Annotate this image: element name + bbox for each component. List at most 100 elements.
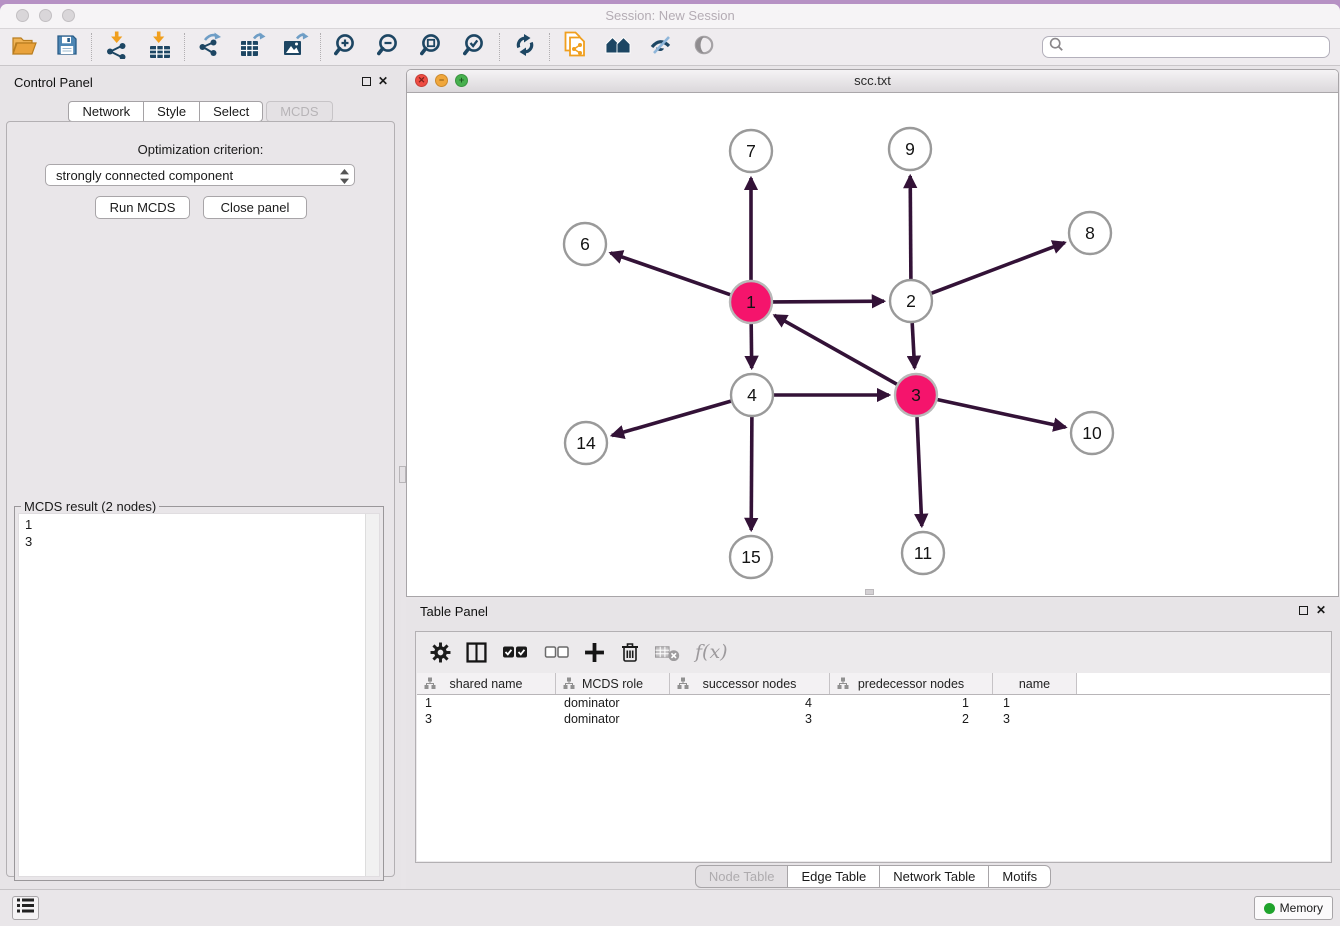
close-table-panel-icon[interactable]: ✕ (1316, 603, 1326, 617)
deselect-all-button[interactable] (544, 644, 569, 660)
tab-network-table[interactable]: Network Table (880, 865, 989, 888)
close-panel-button[interactable]: Close panel (203, 196, 307, 219)
import-network-button[interactable] (95, 31, 138, 64)
table-cell: 4 (670, 696, 830, 710)
edge-1-2[interactable] (773, 301, 884, 302)
node-6[interactable]: 6 (564, 223, 606, 265)
tab-select[interactable]: Select (200, 101, 263, 122)
export-table-button[interactable] (231, 31, 274, 64)
show-all-button[interactable] (682, 31, 725, 64)
column-header-predecessor-nodes[interactable]: predecessor nodes (830, 673, 993, 694)
edge-4-15[interactable] (751, 417, 752, 530)
node-3[interactable]: 3 (895, 374, 937, 416)
table-row[interactable]: 3dominator323 (417, 711, 1330, 727)
duplicate-network-icon (563, 31, 587, 63)
open-file-button[interactable] (2, 31, 45, 64)
edge-2-9[interactable] (910, 176, 911, 279)
tab-style[interactable]: Style (144, 101, 200, 122)
node-4[interactable]: 4 (731, 374, 773, 416)
tab-node-table[interactable]: Node Table (695, 865, 789, 888)
result-scrollbar[interactable] (365, 514, 379, 876)
column-layout-button[interactable] (466, 642, 487, 663)
table-body: 1dominator4113dominator323 (417, 695, 1330, 727)
edge-3-1[interactable] (775, 315, 897, 384)
export-network-button[interactable] (188, 31, 231, 64)
network-window-titlebar[interactable]: ✕ − + scc.txt (407, 70, 1338, 93)
main-toolbar (0, 29, 1340, 66)
delete-column-button[interactable] (620, 641, 640, 663)
zoom-selected-button[interactable] (453, 31, 496, 64)
network-canvas[interactable]: 7 9 6 8 1 2 4 3 14 10 15 11 (407, 93, 1338, 596)
memory-label: Memory (1280, 901, 1323, 915)
tab-edge-table[interactable]: Edge Table (788, 865, 880, 888)
node-table: shared name MCDS role successor nodes pr… (417, 673, 1330, 861)
svg-text:15: 15 (741, 547, 760, 567)
refresh-button[interactable] (503, 31, 546, 64)
float-panel-icon[interactable] (362, 77, 371, 86)
search-input[interactable] (1068, 39, 1329, 55)
node-2[interactable]: 2 (890, 280, 932, 322)
node-10[interactable]: 10 (1071, 412, 1113, 454)
tab-motifs[interactable]: Motifs (989, 865, 1051, 888)
mcds-result-title: MCDS result (2 nodes) (21, 499, 159, 514)
svg-text:1: 1 (746, 292, 756, 312)
tree-icon (424, 677, 436, 693)
node-7[interactable]: 7 (730, 130, 772, 172)
edge-3-10[interactable] (938, 400, 1066, 428)
mcds-result-textarea[interactable]: 1 3 (18, 513, 380, 877)
column-header-shared-name[interactable]: shared name (417, 673, 556, 694)
edge-2-8[interactable] (932, 243, 1065, 294)
zoom-out-button[interactable] (367, 31, 410, 64)
control-panel: Control Panel ✕ Network Style Select MCD… (0, 67, 401, 890)
column-header-name[interactable]: name (993, 673, 1077, 694)
export-image-button[interactable] (274, 31, 317, 64)
tree-icon (563, 677, 575, 693)
node-1[interactable]: 1 (730, 281, 772, 323)
edge-4-14[interactable] (612, 401, 731, 435)
memory-button[interactable]: Memory (1254, 896, 1333, 920)
column-header-mcds-role[interactable]: MCDS role (556, 673, 670, 694)
session-title: Session: New Session (0, 8, 1340, 23)
edge-2-3[interactable] (912, 323, 914, 368)
column-header-successor-nodes[interactable]: successor nodes (670, 673, 830, 694)
export-image-icon (283, 32, 309, 63)
node-11[interactable]: 11 (902, 532, 944, 574)
network-graph[interactable]: 7 9 6 8 1 2 4 3 14 10 15 11 (407, 93, 1338, 597)
homes-icon (605, 34, 631, 61)
tree-icon (837, 677, 849, 693)
toolbar-separator (184, 33, 185, 61)
svg-text:7: 7 (746, 141, 756, 161)
function-builder-button: f(x) (695, 641, 728, 663)
select-all-button[interactable] (502, 644, 529, 660)
node-9[interactable]: 9 (889, 128, 931, 170)
close-panel-icon[interactable]: ✕ (378, 74, 388, 88)
edge-1-6[interactable] (611, 253, 731, 295)
task-history-button[interactable] (12, 896, 39, 920)
zoom-fit-button[interactable] (410, 31, 453, 64)
table-settings-button[interactable] (430, 642, 451, 663)
window-resize-grip[interactable] (865, 589, 874, 595)
float-table-panel-icon[interactable] (1299, 606, 1308, 615)
optimization-criterion-select[interactable]: strongly connected component (45, 164, 355, 186)
add-column-button[interactable] (584, 642, 605, 663)
tab-mcds[interactable]: MCDS (266, 101, 332, 122)
hide-selected-button[interactable] (639, 31, 682, 64)
network-view-window: ✕ − + scc.txt 7 9 6 8 1 2 4 3 14 10 15 11 (406, 69, 1339, 597)
export-table-icon (240, 32, 266, 63)
table-row[interactable]: 1dominator411 (417, 695, 1330, 711)
duplicate-network-button[interactable] (553, 31, 596, 64)
first-neighbors-button[interactable] (596, 31, 639, 64)
edge-1-4[interactable] (751, 324, 752, 368)
node-14[interactable]: 14 (565, 422, 607, 464)
node-15[interactable]: 15 (730, 536, 772, 578)
zoom-in-button[interactable] (324, 31, 367, 64)
splitter-handle[interactable] (399, 466, 406, 483)
tab-network[interactable]: Network (68, 101, 144, 122)
node-8[interactable]: 8 (1069, 212, 1111, 254)
run-mcds-button[interactable]: Run MCDS (95, 196, 190, 219)
search-box[interactable] (1042, 36, 1330, 58)
edge-3-11[interactable] (917, 417, 922, 526)
save-session-button[interactable] (45, 31, 88, 64)
table-container: f(x) shared name MCDS role successor nod… (415, 631, 1332, 863)
import-table-button[interactable] (138, 31, 181, 64)
